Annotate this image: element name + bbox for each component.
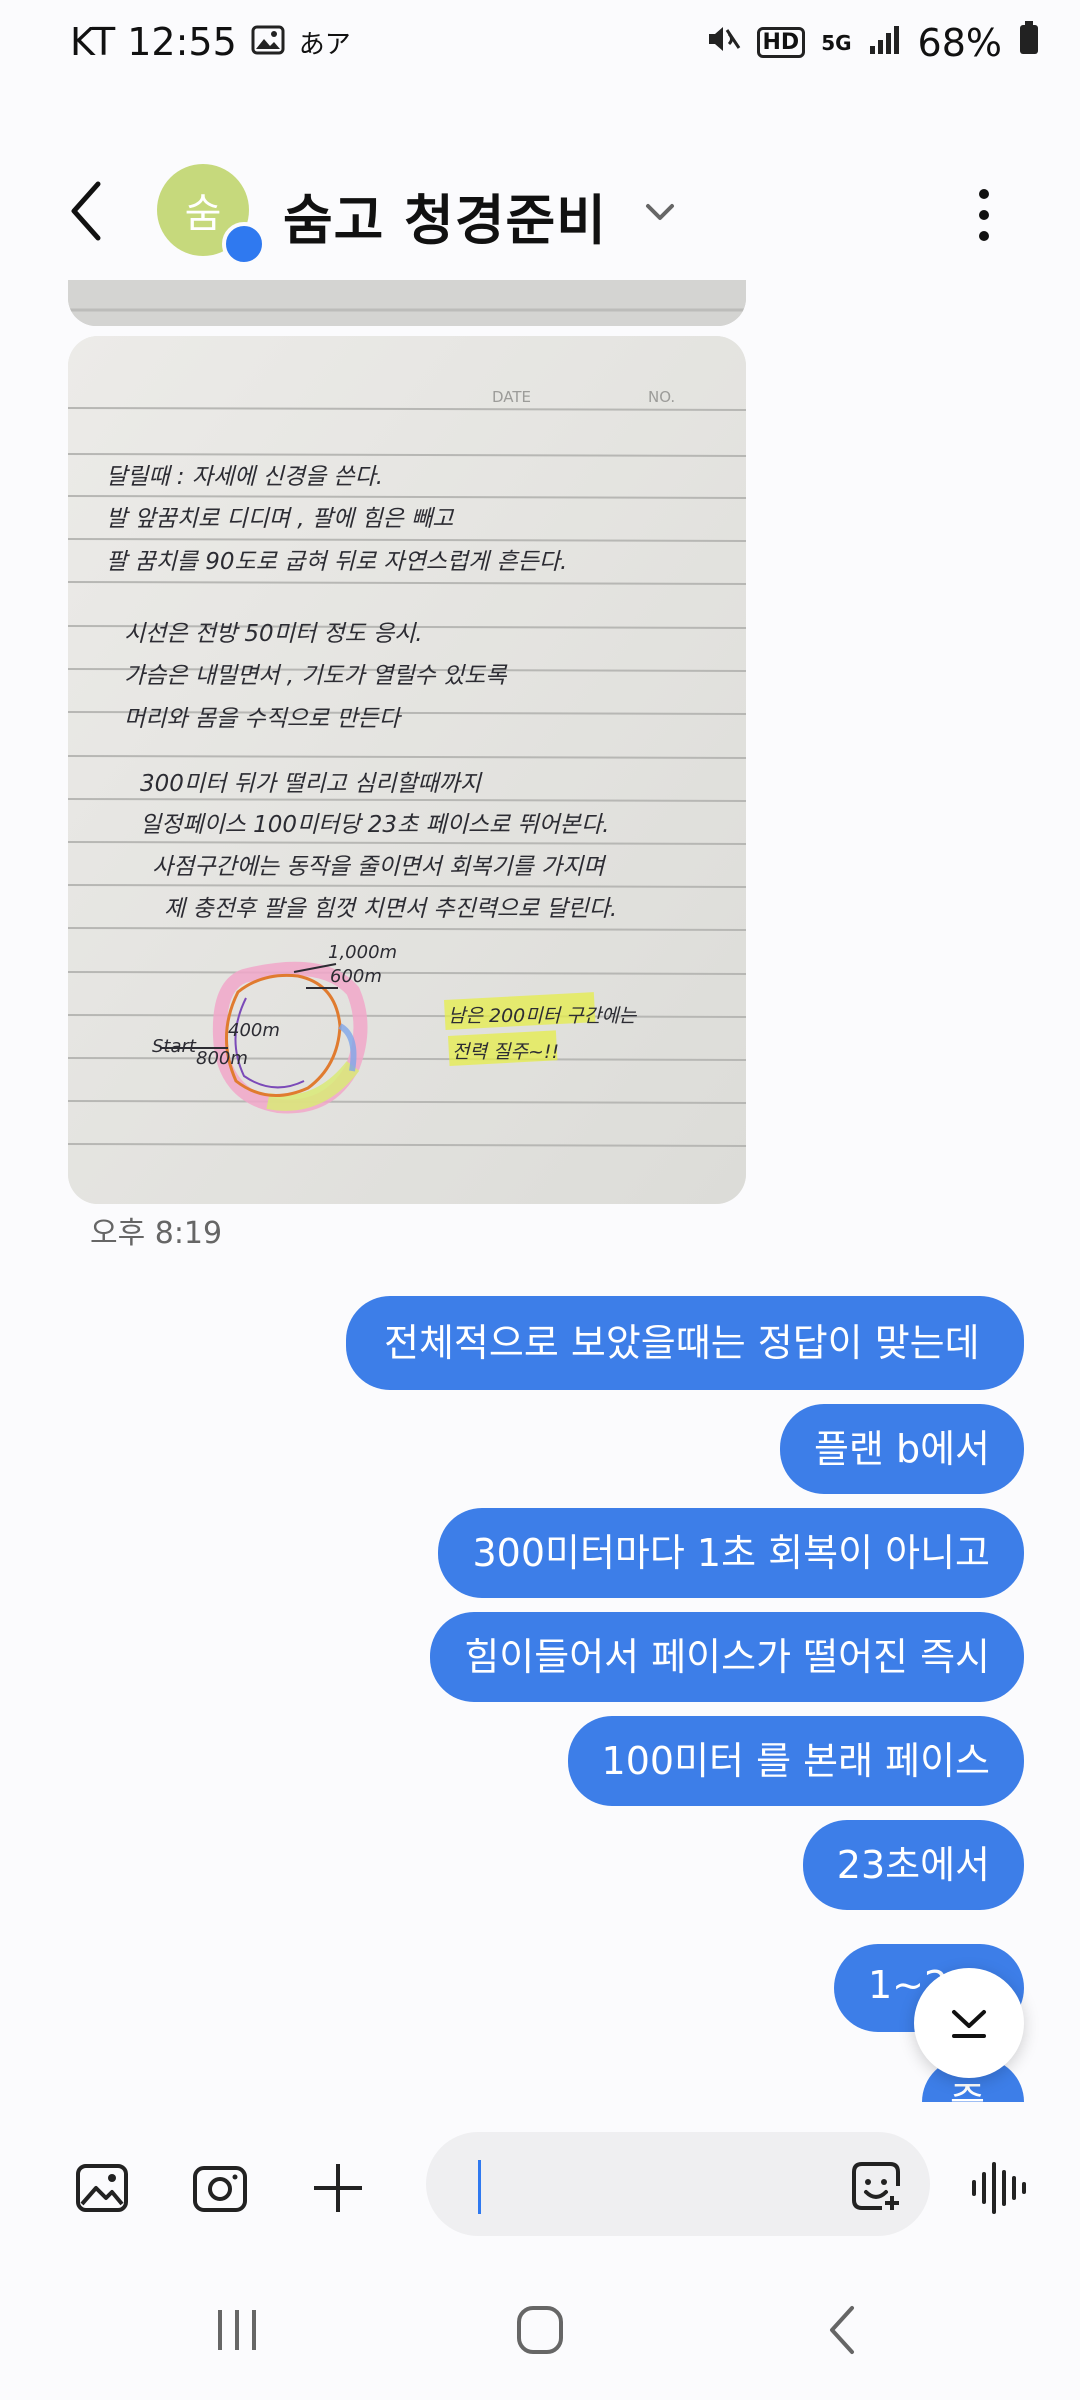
emoji-icon (852, 2162, 900, 2210)
system-nav-bar (0, 2260, 1080, 2400)
track-label: 400m (228, 1020, 280, 1041)
note-line: 머리와 몸을 수직으로 만든다 (124, 706, 403, 732)
mute-icon (705, 21, 741, 65)
note-line: 팔 꿈치를 90도로 굽혀 뒤로 자연스럽게 흔든다. (106, 549, 567, 575)
note-no-label: NO. (648, 388, 675, 406)
system-back-button[interactable] (808, 2300, 878, 2360)
sent-messages: 전체적으로 보았을때는 정답이 맞는데 플랜 b에서 300미터마다 1초 회복… (324, 1296, 1024, 1910)
home-button[interactable] (505, 2300, 575, 2360)
camera-button[interactable] (190, 2158, 250, 2218)
sent-message[interactable]: 플랜 b에서 (779, 1404, 1024, 1494)
voice-wave-icon (972, 2162, 1026, 2214)
scroll-to-bottom-button[interactable] (914, 1968, 1024, 2078)
recent-apps-button[interactable] (202, 2300, 272, 2360)
highlight-line: 전력 질주~!! (452, 1041, 559, 1063)
camera-icon (193, 2166, 247, 2212)
note-line: 일정페이스 100미터당 23초 페이스로 뛰어본다. (140, 812, 609, 838)
received-timestamp: 오후 8:19 (90, 1216, 223, 1251)
track-label: 1,000m (328, 942, 397, 963)
note-line: 발 앞꿈치로 디디며 , 팔에 힘은 빼고 (106, 506, 454, 532)
note-line: 300미터 뒤가 떨리고 심리할때까지 (140, 771, 483, 797)
title-dropdown-button[interactable] (642, 194, 678, 230)
highlight-line: 남은 200미터 구간에는 (448, 1005, 638, 1027)
back-arrow-icon (830, 2306, 854, 2354)
sent-message[interactable]: 힘이들어서 페이스가 떨어진 즉시 (430, 1612, 1024, 1702)
back-button[interactable] (62, 176, 122, 246)
chat-badge-icon (222, 222, 266, 266)
note-line: 시선은 전방 50미터 정도 응시. (124, 621, 423, 647)
signal-icon (868, 21, 902, 65)
track-label: 800m (196, 1048, 248, 1069)
chat-header: 숨 숨고 청경준비 (0, 150, 1080, 270)
note-date-label: DATE (492, 388, 531, 406)
text-caret (478, 2160, 481, 2214)
note-line: 사점구간에는 동작을 줄이면서 회복기를 가지며 (152, 854, 607, 880)
note-photo[interactable]: DATE NO. 달릴때 : 자세에 신경을 쓴다. 발 앞꿈치로 디디며 , … (68, 336, 746, 1204)
track-label: 600m (330, 966, 382, 987)
chat-title[interactable]: 숨고 청경준비 (283, 176, 607, 255)
sent-message[interactable]: 전체적으로 보았을때는 정답이 맞는데 (346, 1296, 1024, 1390)
emoji-button[interactable] (846, 2156, 906, 2216)
sent-message[interactable]: 100미터 를 본래 페이스 (567, 1716, 1024, 1806)
gallery-icon (76, 2164, 128, 2212)
chevron-down-icon (646, 204, 674, 220)
note-photo-canvas: DATE NO. 달릴때 : 자세에 신경을 쓴다. 발 앞꿈치로 디디며 , … (68, 336, 746, 1204)
battery-percent: 68% (917, 20, 1002, 65)
plus-icon (314, 2164, 362, 2212)
battery-icon (1018, 20, 1040, 65)
previous-photo[interactable] (68, 280, 746, 326)
avatar-initial: 숨 (184, 191, 222, 237)
sent-message[interactable]: 300미터마다 1초 회복이 아니고 (438, 1508, 1024, 1598)
note-line: 달릴때 : 자세에 신경을 쓴다. (106, 464, 383, 490)
more-options-button[interactable] (972, 180, 996, 250)
status-bar: KT 12:55 あア HD 5G 68% (0, 0, 1080, 90)
network-label: 5G (821, 30, 852, 55)
chevron-left-icon (71, 181, 101, 241)
attach-button[interactable] (308, 2158, 368, 2218)
recent-apps-icon (218, 2310, 256, 2350)
more-vertical-icon (979, 189, 989, 241)
home-icon (517, 2306, 563, 2354)
chevron-down-icon (952, 2010, 986, 2038)
note-line: 가슴은 내밀면서 , 기도가 열릴수 있도록 (124, 663, 508, 689)
voice-button[interactable] (968, 2158, 1028, 2218)
hd-badge: HD (756, 27, 806, 58)
note-line: 제 충전후 팔을 힘껏 치면서 추진력으로 달린다. (164, 896, 617, 922)
status-extra-label: あア (298, 29, 351, 60)
message-input-bar (0, 2110, 1080, 2260)
status-carrier-time: KT 12:55 (70, 20, 237, 64)
gallery-icon (251, 20, 285, 64)
track-label: Start (152, 1036, 197, 1057)
sent-message[interactable]: 23초에서 (802, 1820, 1024, 1910)
gallery-button[interactable] (72, 2158, 132, 2218)
